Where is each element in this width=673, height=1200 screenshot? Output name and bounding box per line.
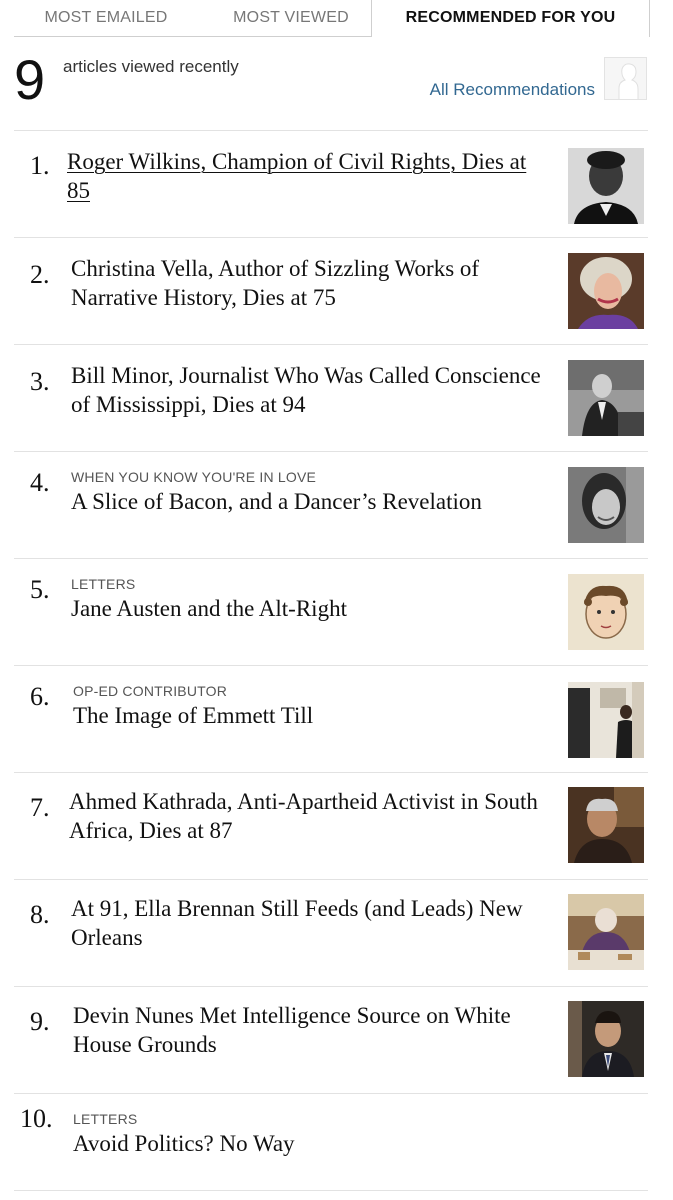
article-headline[interactable]: At 91, Ella Brennan Still Feeds (and Lea…	[71, 894, 541, 952]
viewed-count: 9	[14, 48, 46, 111]
article-headline[interactable]: Devin Nunes Met Intelligence Source on W…	[73, 1001, 543, 1059]
all-recommendations-link[interactable]: All Recommendations	[400, 80, 595, 100]
list-item: 2. Christina Vella, Author of Sizzling W…	[14, 237, 648, 344]
list-item: 8. At 91, Ella Brennan Still Feeds (and …	[14, 879, 648, 986]
item-number: 3.	[30, 367, 50, 396]
viewed-count-label: articles viewed recently	[63, 57, 239, 76]
article-thumbnail[interactable]	[568, 148, 644, 224]
tab-most-viewed[interactable]: MOST VIEWED	[198, 0, 384, 37]
article-thumbnail[interactable]	[568, 787, 644, 863]
list-item: 4. WHEN YOU KNOW YOU'RE IN LOVE A Slice …	[14, 451, 648, 558]
item-number: 5.	[30, 575, 50, 604]
article-headline[interactable]: Jane Austen and the Alt-Right	[71, 594, 541, 623]
article-thumbnail[interactable]	[568, 682, 644, 758]
article-thumbnail[interactable]	[568, 1001, 644, 1077]
tab-bar: MOST EMAILED MOST VIEWED RECOMMENDED FOR…	[14, 0, 650, 37]
article-headline[interactable]: Christina Vella, Author of Sizzling Work…	[71, 254, 541, 312]
list-item: 7. Ahmed Kathrada, Anti-Apartheid Activi…	[14, 772, 648, 879]
item-number: 8.	[30, 900, 50, 929]
list-item: 10. LETTERS Avoid Politics? No Way	[14, 1093, 648, 1194]
item-number: 4.	[30, 468, 50, 497]
article-thumbnail[interactable]	[568, 467, 644, 543]
article-headline[interactable]: A Slice of Bacon, and a Dancer’s Revelat…	[71, 487, 541, 516]
article-kicker: LETTERS	[71, 576, 136, 592]
bottom-divider	[14, 1190, 648, 1191]
article-headline[interactable]: Ahmed Kathrada, Anti-Apartheid Activist …	[69, 787, 539, 845]
article-thumbnail[interactable]	[568, 360, 644, 436]
article-headline[interactable]: Avoid Politics? No Way	[73, 1129, 543, 1158]
recommendation-list: 1. Roger Wilkins, Champion of Civil Righ…	[14, 130, 648, 1194]
user-silhouette-icon	[605, 58, 646, 99]
tab-most-emailed[interactable]: MOST EMAILED	[14, 0, 198, 37]
list-item: 9. Devin Nunes Met Intelligence Source o…	[14, 986, 648, 1093]
article-thumbnail[interactable]	[568, 574, 644, 650]
article-thumbnail[interactable]	[568, 253, 644, 329]
article-kicker: OP-ED CONTRIBUTOR	[73, 683, 228, 699]
article-headline[interactable]: Bill Minor, Journalist Who Was Called Co…	[71, 361, 541, 419]
item-number: 7.	[30, 793, 50, 822]
list-item: 1. Roger Wilkins, Champion of Civil Righ…	[14, 130, 648, 237]
article-headline[interactable]: The Image of Emmett Till	[73, 701, 543, 730]
item-number: 10.	[20, 1104, 53, 1133]
article-headline[interactable]: Roger Wilkins, Champion of Civil Rights,…	[67, 147, 537, 205]
list-item: 5. LETTERS Jane Austen and the Alt-Right	[14, 558, 648, 665]
item-number: 9.	[30, 1007, 50, 1036]
avatar[interactable]	[604, 57, 647, 100]
list-item: 3. Bill Minor, Journalist Who Was Called…	[14, 344, 648, 451]
item-number: 6.	[30, 682, 50, 711]
item-number: 2.	[30, 260, 50, 289]
article-thumbnail[interactable]	[568, 894, 644, 970]
article-kicker: LETTERS	[73, 1111, 138, 1127]
list-item: 6. OP-ED CONTRIBUTOR The Image of Emmett…	[14, 665, 648, 772]
article-kicker: WHEN YOU KNOW YOU'RE IN LOVE	[71, 469, 317, 485]
tab-recommended-for-you[interactable]: RECOMMENDED FOR YOU	[371, 0, 650, 37]
item-number: 1.	[30, 151, 50, 180]
